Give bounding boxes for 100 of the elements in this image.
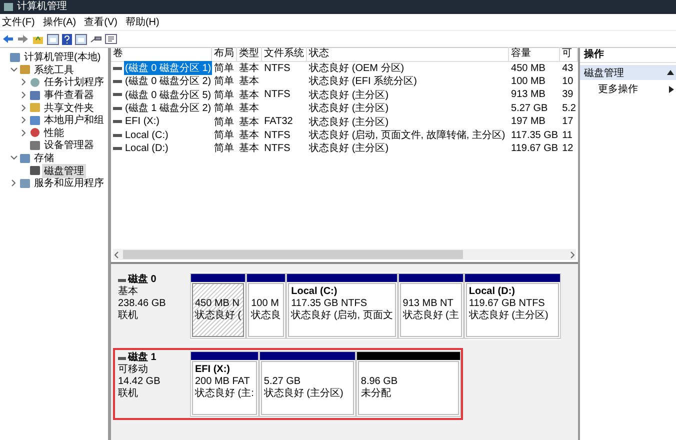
tree-item[interactable]: 本地用户和组: [42, 113, 106, 128]
disk-name: 磁盘 1: [128, 352, 156, 364]
disk-status: 联机: [118, 388, 139, 400]
table-cell-text: 基本: [238, 62, 260, 76]
tree-item[interactable]: 计算机管理(本地): [22, 50, 103, 64]
collapse-icon: [667, 70, 674, 75]
partition-block[interactable]: 913 MB NT 状态良好 (主: [400, 283, 462, 337]
disk-size: 238.46 GB: [118, 298, 167, 310]
table-cell-text: 状态良好 (主分区): [308, 88, 390, 102]
table-cell-text: 11: [561, 130, 574, 141]
table-cell-text: 197 MB: [510, 116, 546, 128]
action-item[interactable]: 更多操作: [580, 80, 676, 96]
tree-item[interactable]: 任务计划程序: [42, 75, 106, 90]
disk-type: 可移动: [118, 364, 149, 376]
menu-item[interactable]: 帮助(H): [123, 15, 166, 29]
table-cell-text: 简单: [213, 142, 236, 156]
tree-item[interactable]: 事件查看器: [42, 88, 96, 102]
table-cell-text: 10: [561, 76, 574, 87]
column-header[interactable]: 布局: [212, 47, 238, 62]
horizontal-scrollbar[interactable]: [113, 249, 576, 260]
volume-icon: [113, 120, 122, 124]
volume-icon: [113, 80, 122, 83]
disk-size: 14.42 GB: [118, 376, 162, 388]
partition-info: 200 MB FAT: [195, 376, 251, 388]
volume-icon: [113, 146, 122, 150]
column-header[interactable]: 可: [560, 47, 578, 62]
tree-item[interactable]: 存储: [32, 151, 56, 166]
folder-up-icon[interactable]: [32, 34, 44, 44]
list-icon[interactable]: [105, 34, 117, 44]
volume-icon: [113, 106, 122, 110]
table-cell-text: 状态良好 (主分区): [308, 142, 390, 156]
partition-block[interactable]: 5.27 GB 状态良好 (主分区): [260, 361, 354, 415]
scroll-left-icon[interactable]: [114, 250, 120, 258]
table-cell-text: 913 MB: [510, 89, 546, 100]
table-cell-text: NTFS: [263, 142, 292, 154]
volume-name[interactable]: (磁盘 0 磁盘分区 2): [124, 74, 212, 88]
window-title: 计算机管理: [17, 1, 67, 13]
tree-item[interactable]: 磁盘管理: [42, 164, 86, 178]
column-header[interactable]: 状态: [307, 47, 510, 62]
menu-item[interactable]: 操作(A): [40, 15, 82, 29]
volume-icon: [113, 66, 122, 70]
volume-name[interactable]: Local (D:): [124, 142, 170, 154]
partition-info: 8.96 GB: [360, 376, 399, 388]
tree-item[interactable]: 系统工具: [32, 62, 76, 77]
volume-icon: [113, 134, 122, 137]
menu-item[interactable]: 文件(F): [0, 15, 41, 29]
partition-block[interactable]: Local (D:) 119.67 GB NTFS 状态良好 (主分区): [466, 283, 559, 337]
partition-block[interactable]: 8.96 GB 未分配: [358, 361, 459, 415]
volume-name[interactable]: (磁盘 0 磁盘分区 5): [124, 88, 212, 102]
volume-name[interactable]: Local (C:): [124, 130, 170, 141]
menu-item[interactable]: 查看(V): [82, 15, 124, 29]
partition-name: Local (D:): [468, 286, 516, 298]
table-cell-text: 简单: [213, 74, 236, 88]
tree-item[interactable]: 性能: [42, 126, 66, 140]
tree-item[interactable]: 服务和应用程序: [32, 176, 106, 190]
table-cell-text: 状态良好 (主分区): [308, 102, 390, 116]
column-header[interactable]: 容量: [509, 47, 560, 62]
pane-icon[interactable]: [47, 34, 59, 44]
submenu-arrow-icon: [669, 86, 674, 92]
table-cell-text: 简单: [213, 102, 236, 116]
partition-name: EFI (X:): [195, 364, 231, 376]
forward-arrow-icon[interactable]: [17, 34, 29, 44]
table-cell-text: 基本: [238, 88, 260, 102]
volume-icon: [113, 93, 122, 96]
partition-block[interactable]: EFI (X:) 200 MB FAT 状态良好 (主:: [192, 361, 257, 415]
partition-block[interactable]: Local (C:) 117.35 GB NTFS 状态良好 (启动, 页面文: [288, 283, 396, 337]
volume-name[interactable]: (磁盘 0 磁盘分区 1): [124, 61, 212, 76]
partition-block[interactable]: 100 M 状态良: [248, 283, 284, 337]
table-cell-text: 简单: [213, 116, 236, 129]
tree-item[interactable]: 设备管理器: [42, 138, 96, 152]
partition-info: 5.27 GB: [264, 376, 302, 388]
column-header[interactable]: 文件系统: [262, 47, 308, 62]
table-cell-text: 117.35 GB: [510, 130, 560, 141]
tree-item[interactable]: 共享文件夹: [42, 100, 96, 115]
back-arrow-icon[interactable]: [2, 34, 14, 44]
partition-info: 状态良好 (启动, 页面文: [291, 310, 393, 322]
partition-block[interactable]: 450 MB N 状态良好 (: [192, 283, 244, 337]
partition-info: 状态良: [251, 310, 282, 322]
table-cell-text: 100 MB: [510, 76, 546, 87]
table-cell-text: 状态良好 (EFI 系统分区): [308, 74, 418, 88]
actions-title: 操作: [580, 48, 676, 63]
disk-type: 基本: [118, 286, 139, 298]
table-cell-text: 基本: [238, 74, 260, 88]
volume-name[interactable]: (磁盘 1 磁盘分区 2): [124, 101, 212, 116]
pane-icon[interactable]: [75, 34, 87, 44]
partition-info: 状态良好 (主:: [195, 388, 254, 400]
table-cell-text: 39: [561, 89, 574, 100]
connect-icon[interactable]: [90, 34, 102, 44]
table-cell-text: 119.67 GB: [510, 142, 560, 154]
column-header[interactable]: 类型: [237, 47, 262, 62]
scroll-right-icon[interactable]: [569, 250, 575, 258]
table-cell-text: 简单: [213, 128, 236, 142]
disk-name: 磁盘 0: [128, 274, 156, 286]
volume-name[interactable]: EFI (X:): [124, 116, 160, 128]
actions-section[interactable]: 磁盘管理: [580, 65, 676, 80]
table-cell-text: 状态良好 (主分区): [308, 116, 390, 129]
help-icon[interactable]: [62, 34, 72, 44]
partition-info: 450 MB N: [195, 298, 240, 310]
partition-info: 状态良好 (主: [402, 310, 459, 322]
partition-info: 119.67 GB NTFS: [468, 298, 546, 310]
